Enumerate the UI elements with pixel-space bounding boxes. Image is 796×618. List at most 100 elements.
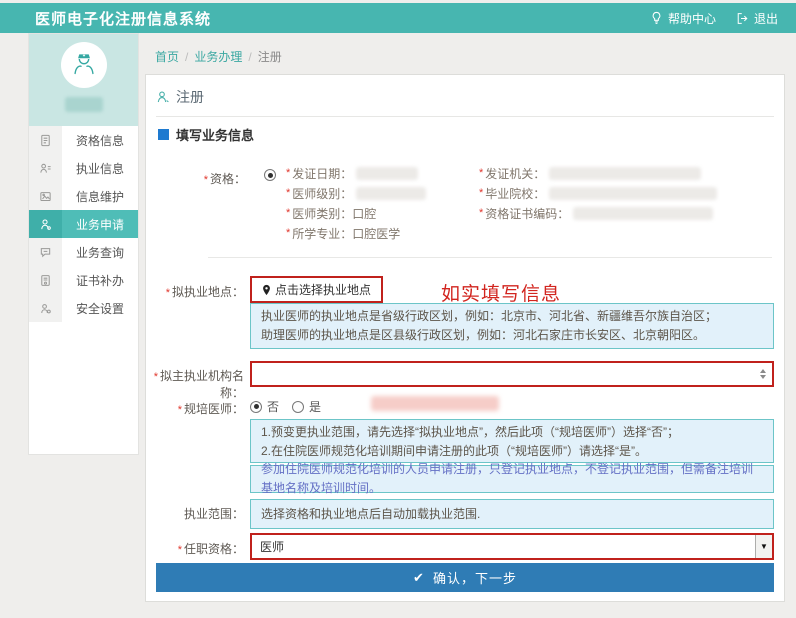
note-line: 助理医师的执业地点是区县级行政区划，例如：河北石家庄市长安区、北京朝阳区。: [261, 326, 763, 345]
top-header: 医师电子化注册信息系统 帮助中心 退出: [0, 3, 796, 33]
training-extra-note: 参加住院医师规范化培训的人员申请注册，只登记执业地点，不登记执业范围，但需备注培…: [250, 465, 774, 493]
breadcrumb-home[interactable]: 首页: [155, 48, 179, 65]
training-no-radio[interactable]: [250, 401, 262, 413]
note-line: 1.预变更执业范围，请先选择“拟执业地点”，然后此项（“规培医师”）选择“否”；: [261, 423, 763, 442]
topbar-actions: 帮助中心 退出: [650, 10, 778, 27]
field-doctor-level: *医师级别：: [286, 183, 426, 203]
sidebar-item-label: 业务查询: [62, 238, 138, 266]
practice-scope-note: 选择资格和执业地点后自动加载执业范围.: [250, 499, 774, 529]
redacted-annotation: [371, 396, 499, 411]
field-issue-date: *发证日期：: [286, 163, 426, 183]
logout-icon: [736, 12, 749, 25]
qualification-label: *资格：: [146, 170, 246, 187]
sidebar-item-qualification-info[interactable]: 资格信息: [29, 126, 138, 154]
dropdown-arrow-icon[interactable]: ▼: [755, 535, 772, 558]
redacted-value: [356, 167, 418, 180]
divider: [208, 257, 772, 258]
breadcrumb-separator: /: [185, 50, 188, 64]
redacted-value: [549, 187, 717, 200]
help-center-link[interactable]: 帮助中心: [650, 10, 716, 27]
sidebar-item-business-application[interactable]: 业务申请: [29, 210, 138, 238]
note-line: 2.在住院医师规范化培训期间申请注册的此项（“规培医师”）请选择“是”。: [261, 442, 763, 461]
person-outline-icon: [156, 90, 170, 104]
training-yes-label: 是: [309, 398, 321, 415]
sidebar-item-label: 证书补办: [62, 266, 138, 294]
field-issue-authority: *发证机关：: [479, 163, 717, 183]
practice-person-icon: [29, 154, 62, 182]
qualification-radio[interactable]: [264, 169, 276, 181]
qualification-fields-left: *发证日期： *医师级别： *医师类别：口腔 *所学专业：口腔医学: [286, 163, 426, 243]
lightbulb-icon: [650, 11, 663, 25]
sidebar-menu: 资格信息 执业信息 信息维护 业务申请 业务查询 证书补办: [29, 126, 138, 322]
post-qualification-select[interactable]: 医师 ▼: [250, 533, 774, 560]
training-options: 否 是: [250, 398, 321, 415]
blue-square-bullet: [158, 129, 169, 140]
spinner-arrows-icon: [760, 369, 766, 379]
post-qualification-value: 医师: [252, 538, 284, 555]
app-title: 医师电子化注册信息系统: [35, 8, 211, 29]
sidebar-item-label: 业务申请: [62, 210, 138, 238]
select-practice-location-button[interactable]: 点击选择执业地点: [250, 276, 383, 303]
sidebar-item-info-maintenance[interactable]: 信息维护: [29, 182, 138, 210]
breadcrumb-separator: /: [248, 50, 251, 64]
post-qualification-label: *任职资格：: [144, 540, 244, 557]
sidebar: 资格信息 执业信息 信息维护 业务申请 业务查询 证书补办: [28, 33, 139, 455]
sidebar-item-label: 安全设置: [62, 294, 138, 322]
note-line: 执业医师的执业地点是省级行政区划，例如：北京市、河北省、新疆维吾尔族自治区；: [261, 307, 763, 326]
breadcrumb-current: 注册: [258, 48, 282, 65]
practice-scope-label: 执业范围：: [144, 505, 244, 522]
training-yes-radio[interactable]: [292, 401, 304, 413]
select-practice-location-label: 点击选择执业地点: [275, 281, 371, 298]
avatar: [61, 42, 107, 88]
sidebar-item-business-query[interactable]: 业务查询: [29, 238, 138, 266]
redacted-value: [573, 207, 713, 220]
field-major: *所学专业：口腔医学: [286, 223, 426, 243]
confirm-next-button[interactable]: ✔ 确认，下一步: [156, 563, 774, 592]
sidebar-item-certificate-reissue[interactable]: 证书补办: [29, 266, 138, 294]
practice-location-note: 执业医师的执业地点是省级行政区划，例如：北京市、河北省、新疆维吾尔族自治区； 助…: [250, 303, 774, 349]
sidebar-item-security-settings[interactable]: 安全设置: [29, 294, 138, 322]
profile-panel: [29, 34, 138, 126]
training-note: 1.预变更执业范围，请先选择“拟执业地点”，然后此项（“规培医师”）选择“否”；…: [250, 419, 774, 463]
tutorial-annotation: 如实填写信息: [441, 279, 561, 306]
help-center-label: 帮助中心: [668, 10, 716, 27]
image-icon: [29, 182, 62, 210]
subsection-title-row: 填写业务信息: [158, 125, 254, 144]
user-lock-icon: [29, 294, 62, 322]
person-icon: [29, 210, 62, 238]
document-icon: [29, 126, 62, 154]
user-name-redacted: [65, 97, 103, 112]
chat-icon: [29, 238, 62, 266]
sidebar-item-label: 信息维护: [62, 182, 138, 210]
subsection-title: 填写业务信息: [176, 125, 254, 144]
qualification-fields-right: *发证机关： *毕业院校： *资格证书编码：: [479, 163, 717, 223]
logout-link[interactable]: 退出: [736, 10, 778, 27]
location-pin-icon: [262, 284, 271, 296]
sidebar-item-label: 执业信息: [62, 154, 138, 182]
note-line: 选择资格和执业地点后自动加载执业范围.: [261, 505, 480, 524]
training-no-label: 否: [267, 398, 279, 415]
redacted-value: [356, 187, 426, 200]
page: 医师电子化注册信息系统 帮助中心 退出: [0, 0, 796, 618]
redacted-value: [549, 167, 701, 180]
breadcrumb-business-handling[interactable]: 业务办理: [194, 48, 242, 65]
sidebar-item-practice-info[interactable]: 执业信息: [29, 154, 138, 182]
field-certificate-number: *资格证书编码：: [479, 203, 717, 223]
content-card: 注册 填写业务信息 *资格： *发证日期： *医师级别： *医师类别：口腔 *所…: [145, 74, 785, 602]
section-title-row: 注册: [156, 87, 774, 117]
logout-label: 退出: [754, 10, 778, 27]
field-graduate-school: *毕业院校：: [479, 183, 717, 203]
main-org-label: *拟主执业机构名称：: [144, 367, 244, 401]
training-label: *规培医师：: [144, 400, 244, 417]
page-title: 注册: [176, 87, 204, 107]
main-org-select[interactable]: [250, 361, 774, 387]
practice-location-label: *拟执业地点：: [144, 283, 244, 300]
required-asterisk: *: [204, 174, 208, 186]
sidebar-item-label: 资格信息: [62, 126, 138, 154]
note-line: 参加住院医师规范化培训的人员申请注册，只登记执业地点，不登记执业范围，但需备注培…: [261, 460, 763, 498]
breadcrumb: 首页 / 业务办理 / 注册: [155, 48, 282, 65]
check-icon: ✔: [413, 570, 425, 586]
field-doctor-category: *医师类别：口腔: [286, 203, 426, 223]
confirm-next-label: 确认，下一步: [433, 568, 517, 587]
certificate-icon: [29, 266, 62, 294]
